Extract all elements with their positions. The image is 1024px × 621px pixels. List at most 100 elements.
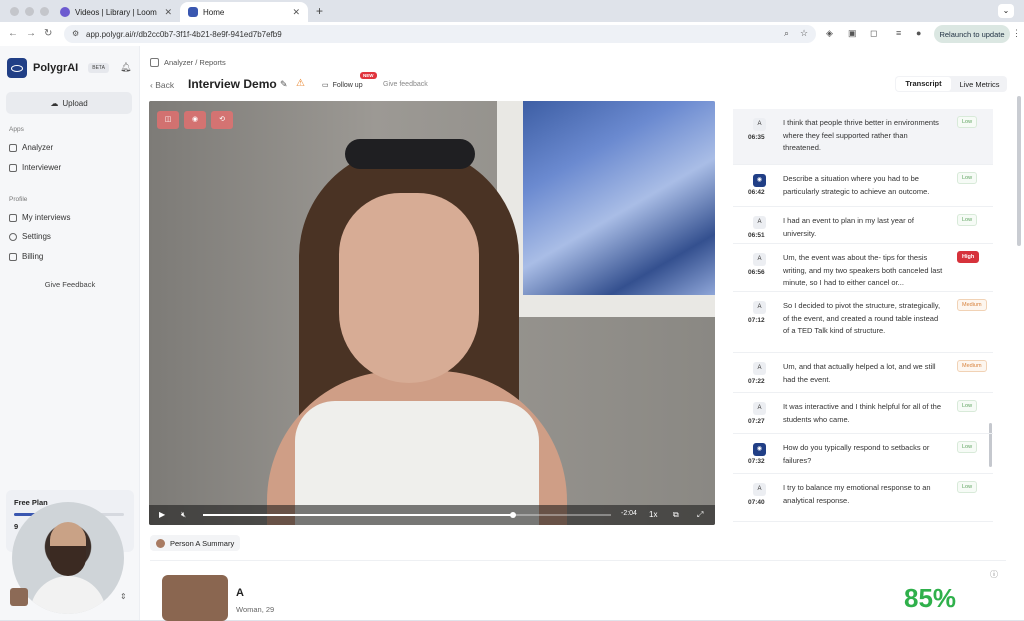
transcript-row[interactable]: A 07:12 So I decided to pivot the structur… [733, 292, 993, 353]
back-arrow-icon[interactable]: ← [8, 28, 18, 39]
transcript-row[interactable]: A 06:51 I had an event to plan in my last … [733, 207, 993, 244]
tab-search-chevron-icon[interactable]: ⌄ [998, 4, 1014, 18]
overlay-button[interactable]: ⟲ [211, 111, 233, 129]
person-avatar [156, 538, 165, 548]
seek-bar[interactable] [203, 512, 611, 518]
overlay-button[interactable]: ◫ [157, 111, 179, 129]
relaunch-button[interactable]: Relaunch to update [934, 25, 1010, 43]
page-scrollbar[interactable] [1017, 96, 1021, 246]
extension-icon[interactable]: ▣ [848, 28, 857, 39]
timestamp[interactable]: 06:51 [748, 232, 765, 239]
person-details: Woman, 29 [236, 605, 275, 614]
speaker-badge: A [753, 402, 766, 415]
video-overlay-buttons: ◫ ◉ ⟲ [157, 111, 233, 129]
transcript-row[interactable]: A 06:56 Um, the event was about the- tips … [733, 244, 993, 292]
follow-up-button[interactable]: ▭ Follow up [322, 81, 363, 90]
sidebar-item-settings[interactable]: Settings [9, 232, 51, 241]
transcript-row[interactable]: A 07:27 It was interactive and I think hel… [733, 393, 993, 434]
reload-icon[interactable]: ↻ [44, 28, 52, 39]
bookmark-star-icon[interactable]: ☆ [800, 28, 808, 39]
media-icon[interactable]: ≡ [896, 28, 901, 38]
timestamp[interactable]: 07:12 [748, 317, 765, 324]
site-info-icon[interactable]: ⚙ [72, 29, 79, 38]
transcript-panel[interactable]: A 06:35 I think that people thrive better … [727, 101, 1009, 525]
sidebar-item-label: Billing [22, 252, 44, 261]
apps-section-label: Apps [9, 126, 24, 133]
risk-level-badge: Medium [957, 360, 987, 372]
person-summary-tab[interactable]: Person A Summary [150, 535, 241, 551]
sidebar-item-label: My interviews [22, 213, 71, 222]
transcript-row[interactable]: A 07:40 I try to balance my emotional resp… [733, 474, 993, 522]
sidebar-item-interviewer[interactable]: Interviewer [9, 163, 61, 172]
sidebar-item-label: Analyzer [22, 143, 54, 152]
fullscreen-icon[interactable]: ⤢ [697, 510, 703, 520]
extension-icon[interactable]: ◈ [826, 28, 833, 39]
close-tab-icon[interactable]: ✕ [292, 7, 300, 18]
transcript-row[interactable]: ◉ 07:32 How do you typically respond to se… [733, 434, 993, 474]
gear-icon [9, 232, 17, 241]
timestamp[interactable]: 07:40 [748, 499, 765, 506]
page-title: Interview Demo [188, 77, 277, 91]
timestamp[interactable]: 06:56 [748, 269, 765, 276]
tab-live-metrics[interactable]: Live Metrics [952, 80, 1007, 89]
video-icon [9, 213, 17, 222]
timestamp[interactable]: 06:42 [748, 189, 765, 196]
extensions-puzzle-icon[interactable]: ◻ [870, 28, 877, 39]
seek-handle[interactable] [510, 512, 517, 518]
timestamp[interactable]: 06:35 [748, 134, 765, 141]
time-remaining: -2:04 [621, 510, 637, 517]
mute-icon[interactable]: 🔇︎ [181, 510, 186, 520]
info-icon[interactable]: ⓘ [990, 569, 998, 580]
window-controls[interactable] [10, 7, 49, 16]
browser-tab-loom[interactable]: Videos | Library | Loom ✕ [52, 2, 180, 22]
painting [523, 101, 715, 295]
sidebar-item-billing[interactable]: Billing [9, 252, 43, 261]
timestamp[interactable]: 07:27 [748, 418, 765, 425]
playback-speed-button[interactable]: 1x [649, 510, 657, 519]
forward-arrow-icon[interactable]: → [26, 28, 36, 39]
transcript-text: So I decided to pivot the structure, str… [783, 301, 941, 335]
risk-level-badge: High [957, 251, 980, 263]
brand[interactable]: PolygrAI BETA [7, 58, 109, 78]
summary-card: A Woman, 29 85% ⓘ [150, 560, 1006, 621]
give-feedback-link[interactable]: Give Feedback [0, 280, 140, 289]
score-value: 85% [904, 583, 957, 613]
video-player[interactable]: ◫ ◉ ⟲ ▶ 🔇︎ -2:04 1x ⧉ ⤢ [149, 101, 715, 525]
zoom-icon[interactable]: ⌕ [784, 28, 789, 39]
url-field[interactable]: ⚙ app.polygr.ai/r/db2cc0b7-3f1f-4b21-8e9… [64, 25, 816, 43]
edit-pencil-icon[interactable]: ✎ [280, 79, 288, 90]
upload-button[interactable]: ☁ Upload [6, 92, 132, 114]
risk-level-badge: Low [957, 481, 978, 493]
address-bar-row: ← → ↻ ⚙ app.polygr.ai/r/db2cc0b7-3f1f-4b… [0, 22, 1024, 46]
close-tab-icon[interactable]: ✕ [164, 7, 172, 18]
transcript-row[interactable]: A 06:35 I think that people thrive better … [733, 109, 993, 165]
seek-progress [203, 514, 514, 516]
user-avatar[interactable] [10, 588, 28, 606]
breadcrumb-text[interactable]: Analyzer / Reports [164, 58, 226, 67]
new-tab-icon[interactable]: + [316, 4, 323, 18]
menu-dots-icon[interactable]: ⋮ [1012, 28, 1021, 39]
pip-icon[interactable]: ⧉ [673, 510, 679, 520]
tab-transcript[interactable]: Transcript [896, 77, 951, 91]
transcript-row[interactable]: ◉ 06:42 Describe a situation where you had… [733, 165, 993, 207]
risk-level-badge: Low [957, 116, 978, 128]
webcam-bubble[interactable] [12, 502, 124, 614]
warning-icon[interactable]: ⚠ [296, 78, 305, 89]
account-switcher-icon[interactable]: ⇕ [120, 592, 127, 601]
back-button[interactable]: ‹ Back [150, 80, 174, 90]
sidebar-item-my-interviews[interactable]: My interviews [9, 213, 70, 222]
transcript-text: Describe a situation where you had to be… [783, 174, 930, 196]
overlay-button[interactable]: ◉ [184, 111, 206, 129]
timestamp[interactable]: 07:32 [748, 458, 765, 465]
browser-tab-home[interactable]: Home ✕ [180, 2, 308, 22]
sidebar-item-analyzer[interactable]: Analyzer [9, 143, 53, 152]
give-feedback-button[interactable]: Give feedback [383, 81, 428, 88]
sidebar-toggle-icon[interactable] [150, 58, 159, 67]
breadcrumb: Analyzer / Reports [150, 58, 226, 67]
play-icon[interactable]: ▶ [159, 510, 165, 519]
timestamp[interactable]: 07:22 [748, 378, 765, 385]
profile-avatar-icon[interactable]: ● [916, 28, 921, 38]
transcript-row[interactable]: A 07:22 Um, and that actually helped a lot… [733, 353, 993, 393]
notification-bell-icon[interactable]: 🔔︎ [120, 62, 131, 73]
upload-label: Upload [62, 98, 88, 108]
